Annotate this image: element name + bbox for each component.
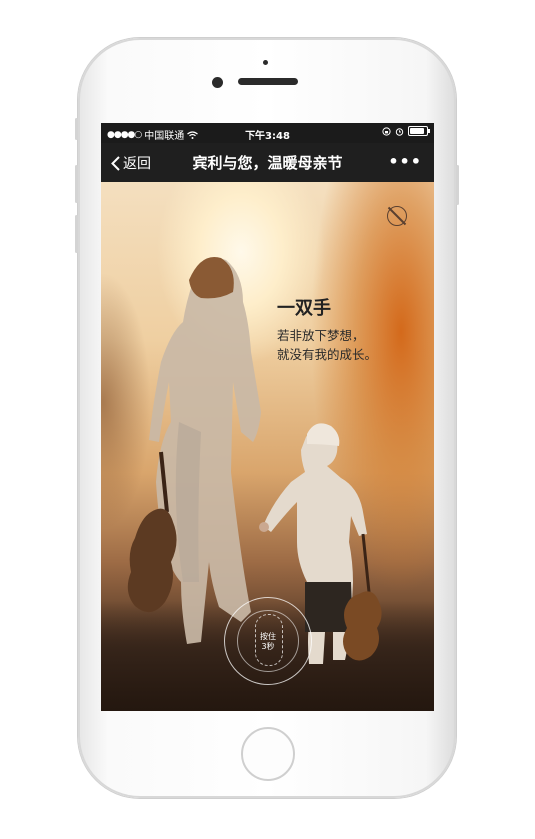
press-hint-line-2: 3秒 xyxy=(261,642,275,651)
more-button[interactable]: ••• xyxy=(388,152,422,171)
music-toggle-icon[interactable] xyxy=(387,206,407,226)
screen: ●●●●○ 中国联通 下午3:48 返回 宾利与您，温暖母亲节 ••• 一双手 … xyxy=(101,123,434,711)
press-hint-line-1: 按住 xyxy=(260,632,276,641)
headline-block: 一双手 若非放下梦想， 就没有我的成长。 xyxy=(277,294,377,364)
volume-down-button xyxy=(75,215,78,253)
press-hint: 按住 3秒 xyxy=(225,632,311,652)
press-hold-button[interactable]: 按住 3秒 xyxy=(224,597,312,685)
power-button xyxy=(456,165,459,205)
lock-rotation-icon xyxy=(382,126,391,136)
proximity-sensor xyxy=(263,60,268,65)
subline-1: 若非放下梦想， xyxy=(277,328,365,343)
page-title: 宾利与您，温暖母亲节 xyxy=(192,154,343,172)
earpiece-speaker xyxy=(238,78,298,85)
nav-bar: 返回 宾利与您，温暖母亲节 ••• xyxy=(101,143,434,182)
volume-up-button xyxy=(75,165,78,203)
headline: 一双手 xyxy=(277,298,331,319)
home-button[interactable] xyxy=(241,727,295,781)
front-camera xyxy=(212,77,223,88)
battery-fill xyxy=(410,128,424,134)
status-bar: ●●●●○ 中国联通 下午3:48 xyxy=(101,123,434,143)
alarm-icon xyxy=(395,127,404,136)
hero-image: 一双手 若非放下梦想， 就没有我的成长。 按住 3秒 xyxy=(101,182,434,711)
mute-switch xyxy=(75,118,78,140)
subline-2: 就没有我的成长。 xyxy=(277,347,378,362)
battery-icon xyxy=(408,126,430,136)
